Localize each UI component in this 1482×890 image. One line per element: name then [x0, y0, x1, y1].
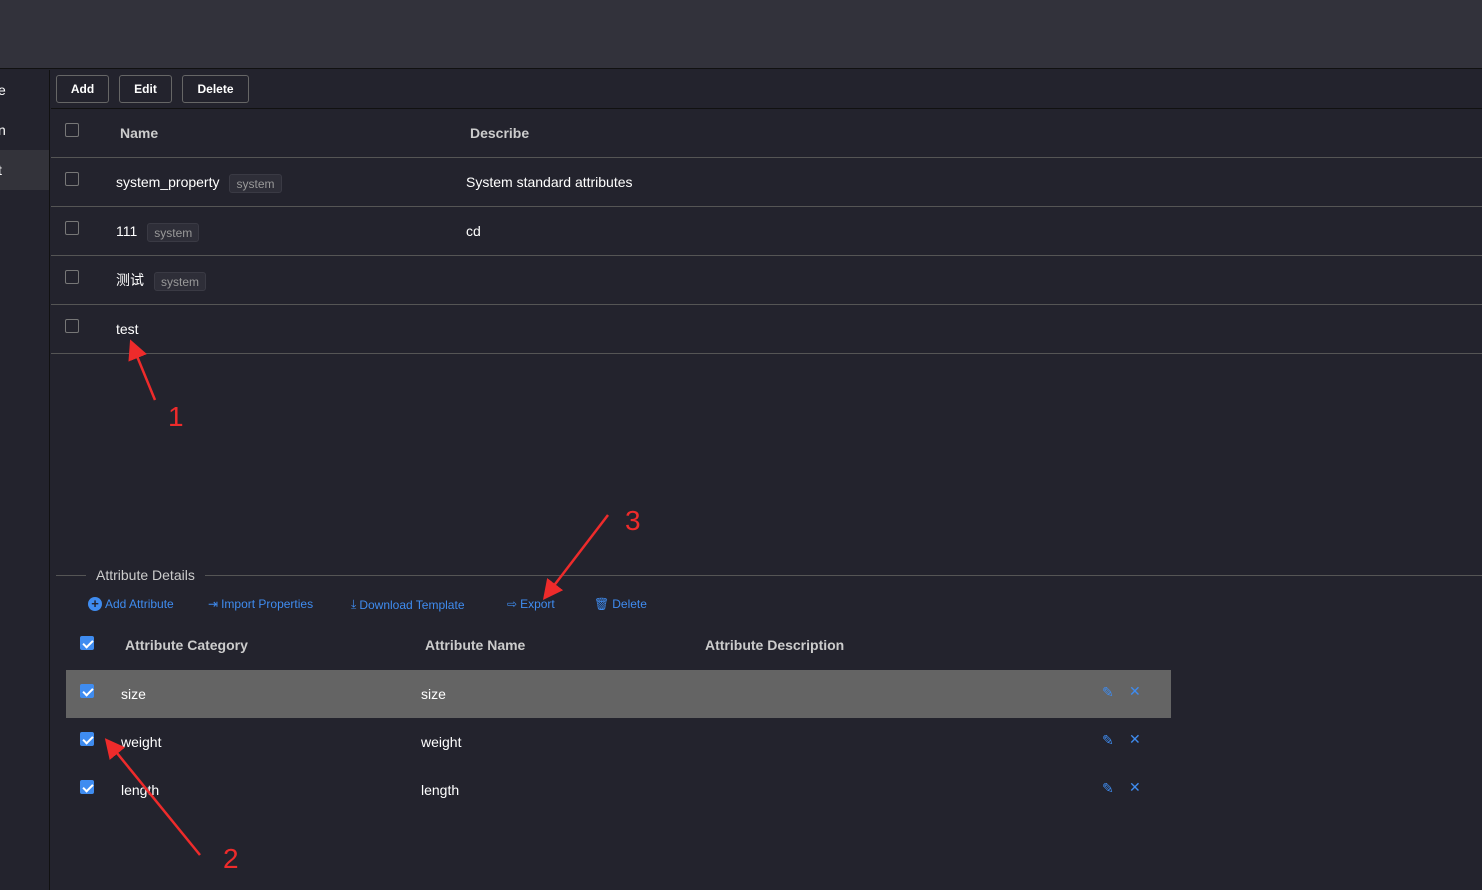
row-name: system_property: [116, 174, 220, 190]
header-category: Attribute Category: [125, 637, 248, 653]
header-name: Name: [120, 125, 159, 141]
attribute-row[interactable]: size size ✎ ✕: [66, 670, 1171, 718]
sidebar-item-label: e: [0, 82, 6, 98]
table-row[interactable]: test: [51, 305, 1482, 354]
row-checkbox[interactable]: [65, 221, 79, 235]
delete-label: Delete: [612, 597, 647, 611]
close-icon[interactable]: ✕: [1129, 683, 1141, 700]
header-attr-description: Attribute Description: [705, 637, 845, 653]
attr-name: weight: [421, 734, 462, 750]
import-properties-button[interactable]: ⇥ Import Properties: [208, 597, 313, 611]
sidebar-item-label: t: [0, 162, 2, 178]
row-describe: System standard attributes: [466, 174, 633, 190]
add-button[interactable]: Add: [56, 75, 109, 103]
row-name: test: [116, 321, 139, 337]
attr-name: length: [421, 782, 460, 798]
sidebar-item-active[interactable]: t: [0, 150, 49, 190]
import-icon: ⇥: [208, 597, 219, 611]
trash-icon: 🗑: [594, 597, 610, 611]
row-checkbox[interactable]: [80, 780, 94, 794]
select-all-attributes-checkbox[interactable]: [80, 636, 94, 650]
table-row[interactable]: system_property system System standard at…: [51, 158, 1482, 207]
import-label: Import Properties: [221, 597, 314, 611]
main-panel: Add Edit Delete Name Describe system_pro…: [51, 70, 1482, 890]
export-button[interactable]: ⇨ Export: [507, 597, 555, 611]
close-icon[interactable]: ✕: [1129, 779, 1141, 796]
select-all-checkbox[interactable]: [65, 123, 79, 137]
add-attribute-button[interactable]: + Add Attribute: [88, 597, 174, 611]
attr-category: length: [121, 782, 160, 798]
row-checkbox[interactable]: [65, 172, 79, 186]
attr-category: size: [121, 686, 146, 702]
sidebar-item-label: n: [0, 122, 6, 138]
table-header: Name Describe: [51, 109, 1482, 158]
edit-icon[interactable]: ✎: [1102, 732, 1114, 749]
sidebar-item[interactable]: n: [0, 110, 49, 150]
delete-button[interactable]: Delete: [182, 75, 249, 103]
row-describe: cd: [466, 223, 481, 239]
row-checkbox[interactable]: [65, 319, 79, 333]
row-name: 测试: [116, 272, 144, 288]
attribute-row[interactable]: length length ✎ ✕: [66, 766, 1171, 814]
row-checkbox[interactable]: [80, 684, 94, 698]
toolbar: Add Edit Delete: [51, 70, 1482, 109]
attr-name: size: [421, 686, 446, 702]
sidebar-item[interactable]: e: [0, 70, 49, 110]
download-icon: ⤓: [351, 597, 357, 611]
section-divider: [56, 575, 1482, 576]
row-checkbox[interactable]: [65, 270, 79, 284]
row-checkbox[interactable]: [80, 732, 94, 746]
system-tag: system: [229, 173, 282, 193]
edit-icon[interactable]: ✎: [1102, 780, 1114, 797]
export-icon: ⇨: [507, 597, 518, 611]
edit-button[interactable]: Edit: [119, 75, 172, 103]
table-row[interactable]: 测试 system: [51, 256, 1482, 305]
header-attr-name: Attribute Name: [425, 637, 526, 653]
sidebar: e n t: [0, 70, 50, 890]
section-title: Attribute Details: [86, 567, 205, 583]
top-bar: [0, 0, 1482, 69]
delete-attribute-button[interactable]: 🗑 Delete: [594, 597, 647, 611]
edit-icon[interactable]: ✎: [1102, 684, 1114, 701]
table-row[interactable]: 111 system cd: [51, 207, 1482, 256]
system-tag: system: [154, 271, 207, 291]
download-label: Download Template: [359, 597, 465, 612]
header-describe: Describe: [470, 125, 530, 141]
close-icon[interactable]: ✕: [1129, 731, 1141, 748]
export-label: Export: [520, 597, 555, 611]
add-attribute-label: Add Attribute: [105, 597, 174, 611]
row-name: 111: [116, 223, 138, 239]
attribute-row[interactable]: weight weight ✎ ✕: [66, 718, 1171, 766]
system-tag: system: [147, 222, 200, 242]
download-template-button[interactable]: ⤓ Download Template: [351, 597, 465, 612]
attr-category: weight: [121, 734, 162, 750]
plus-circle-icon: +: [88, 597, 102, 611]
